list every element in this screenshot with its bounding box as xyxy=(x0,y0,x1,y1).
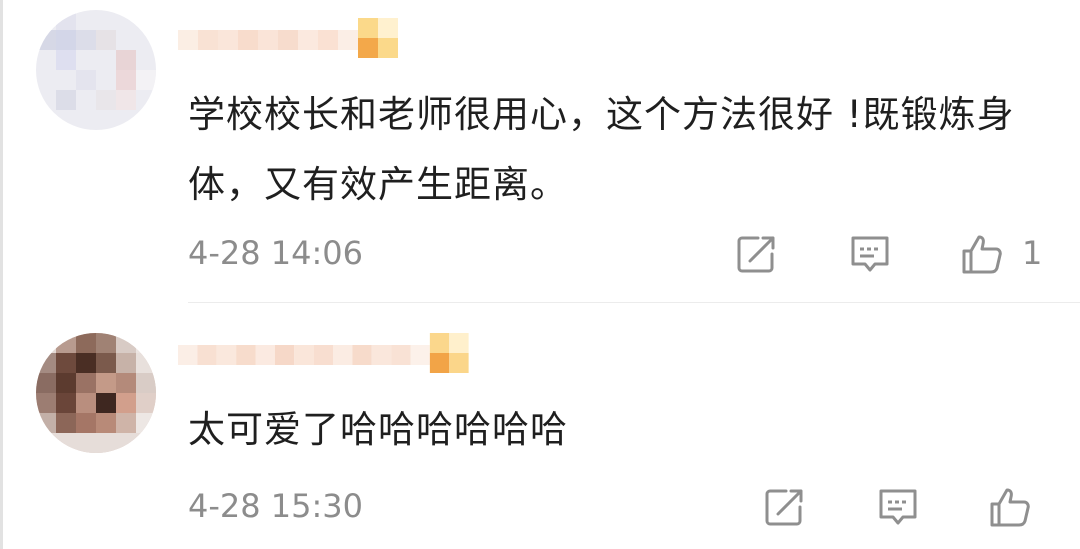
timestamp: 4-28 15:30 xyxy=(188,487,364,525)
like-icon[interactable] xyxy=(960,232,1004,276)
timestamp: 4-28 14:06 xyxy=(188,234,364,272)
share-icon[interactable] xyxy=(734,232,778,276)
username-blurred[interactable] xyxy=(178,333,488,373)
comment-item: 学校校长和老师很用心，这个方法很好 !既锻炼身体，又有效产生距离。 4-28 1… xyxy=(0,0,1080,302)
username-blurred[interactable] xyxy=(178,18,398,58)
like-count: 1 xyxy=(1022,234,1043,272)
reply-icon[interactable] xyxy=(876,485,920,529)
avatar-mosaic xyxy=(36,10,156,130)
like-icon[interactable] xyxy=(988,485,1032,529)
share-icon[interactable] xyxy=(762,485,806,529)
comment-text: 太可爱了哈哈哈哈哈哈 xyxy=(188,408,568,451)
comment-text: 学校校长和老师很用心，这个方法很好 !既锻炼身体，又有效产生距离。 xyxy=(188,93,1015,206)
avatar[interactable] xyxy=(36,333,156,453)
comment-item: 太可爱了哈哈哈哈哈哈 4-28 15:30 xyxy=(0,303,1080,549)
avatar[interactable] xyxy=(36,10,156,130)
reply-icon[interactable] xyxy=(848,232,892,276)
avatar-mosaic xyxy=(36,333,156,453)
